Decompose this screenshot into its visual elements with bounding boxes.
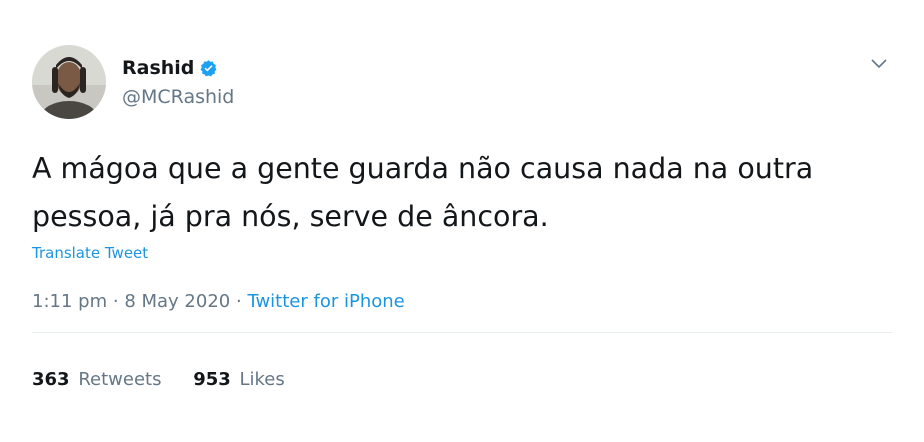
- tweet-stats: 363 Retweets 953 Likes: [32, 369, 311, 390]
- likes-count: 953: [193, 369, 231, 390]
- tweet-time[interactable]: 1:11 pm: [32, 291, 107, 312]
- likes-stat[interactable]: 953 Likes: [193, 369, 285, 390]
- user-avatar-icon: [32, 45, 106, 119]
- author-display-name[interactable]: Rashid: [122, 57, 194, 79]
- more-options-button[interactable]: [866, 50, 892, 76]
- chevron-down-icon: [871, 59, 887, 69]
- verified-badge-icon: [199, 59, 218, 78]
- tweet-text: A mágoa que a gente guarda não causa nad…: [32, 152, 814, 233]
- meta-separator: ·: [235, 291, 242, 312]
- avatar[interactable]: [32, 45, 106, 119]
- translate-tweet-link[interactable]: Translate Tweet: [32, 244, 148, 262]
- tweet-source-link[interactable]: Twitter for iPhone: [247, 291, 404, 312]
- meta-separator: ·: [112, 291, 119, 312]
- tweet-date[interactable]: 8 May 2020: [124, 291, 230, 312]
- likes-label: Likes: [239, 369, 285, 390]
- author-handle[interactable]: @MCRashid: [122, 86, 234, 108]
- tweet-meta: 1:11 pm · 8 May 2020 · Twitter for iPhon…: [32, 291, 405, 312]
- divider: [32, 332, 892, 333]
- retweets-label: Retweets: [78, 369, 162, 390]
- retweets-stat[interactable]: 363 Retweets: [32, 369, 161, 390]
- retweets-count: 363: [32, 369, 70, 390]
- author-name-row[interactable]: Rashid: [122, 56, 218, 80]
